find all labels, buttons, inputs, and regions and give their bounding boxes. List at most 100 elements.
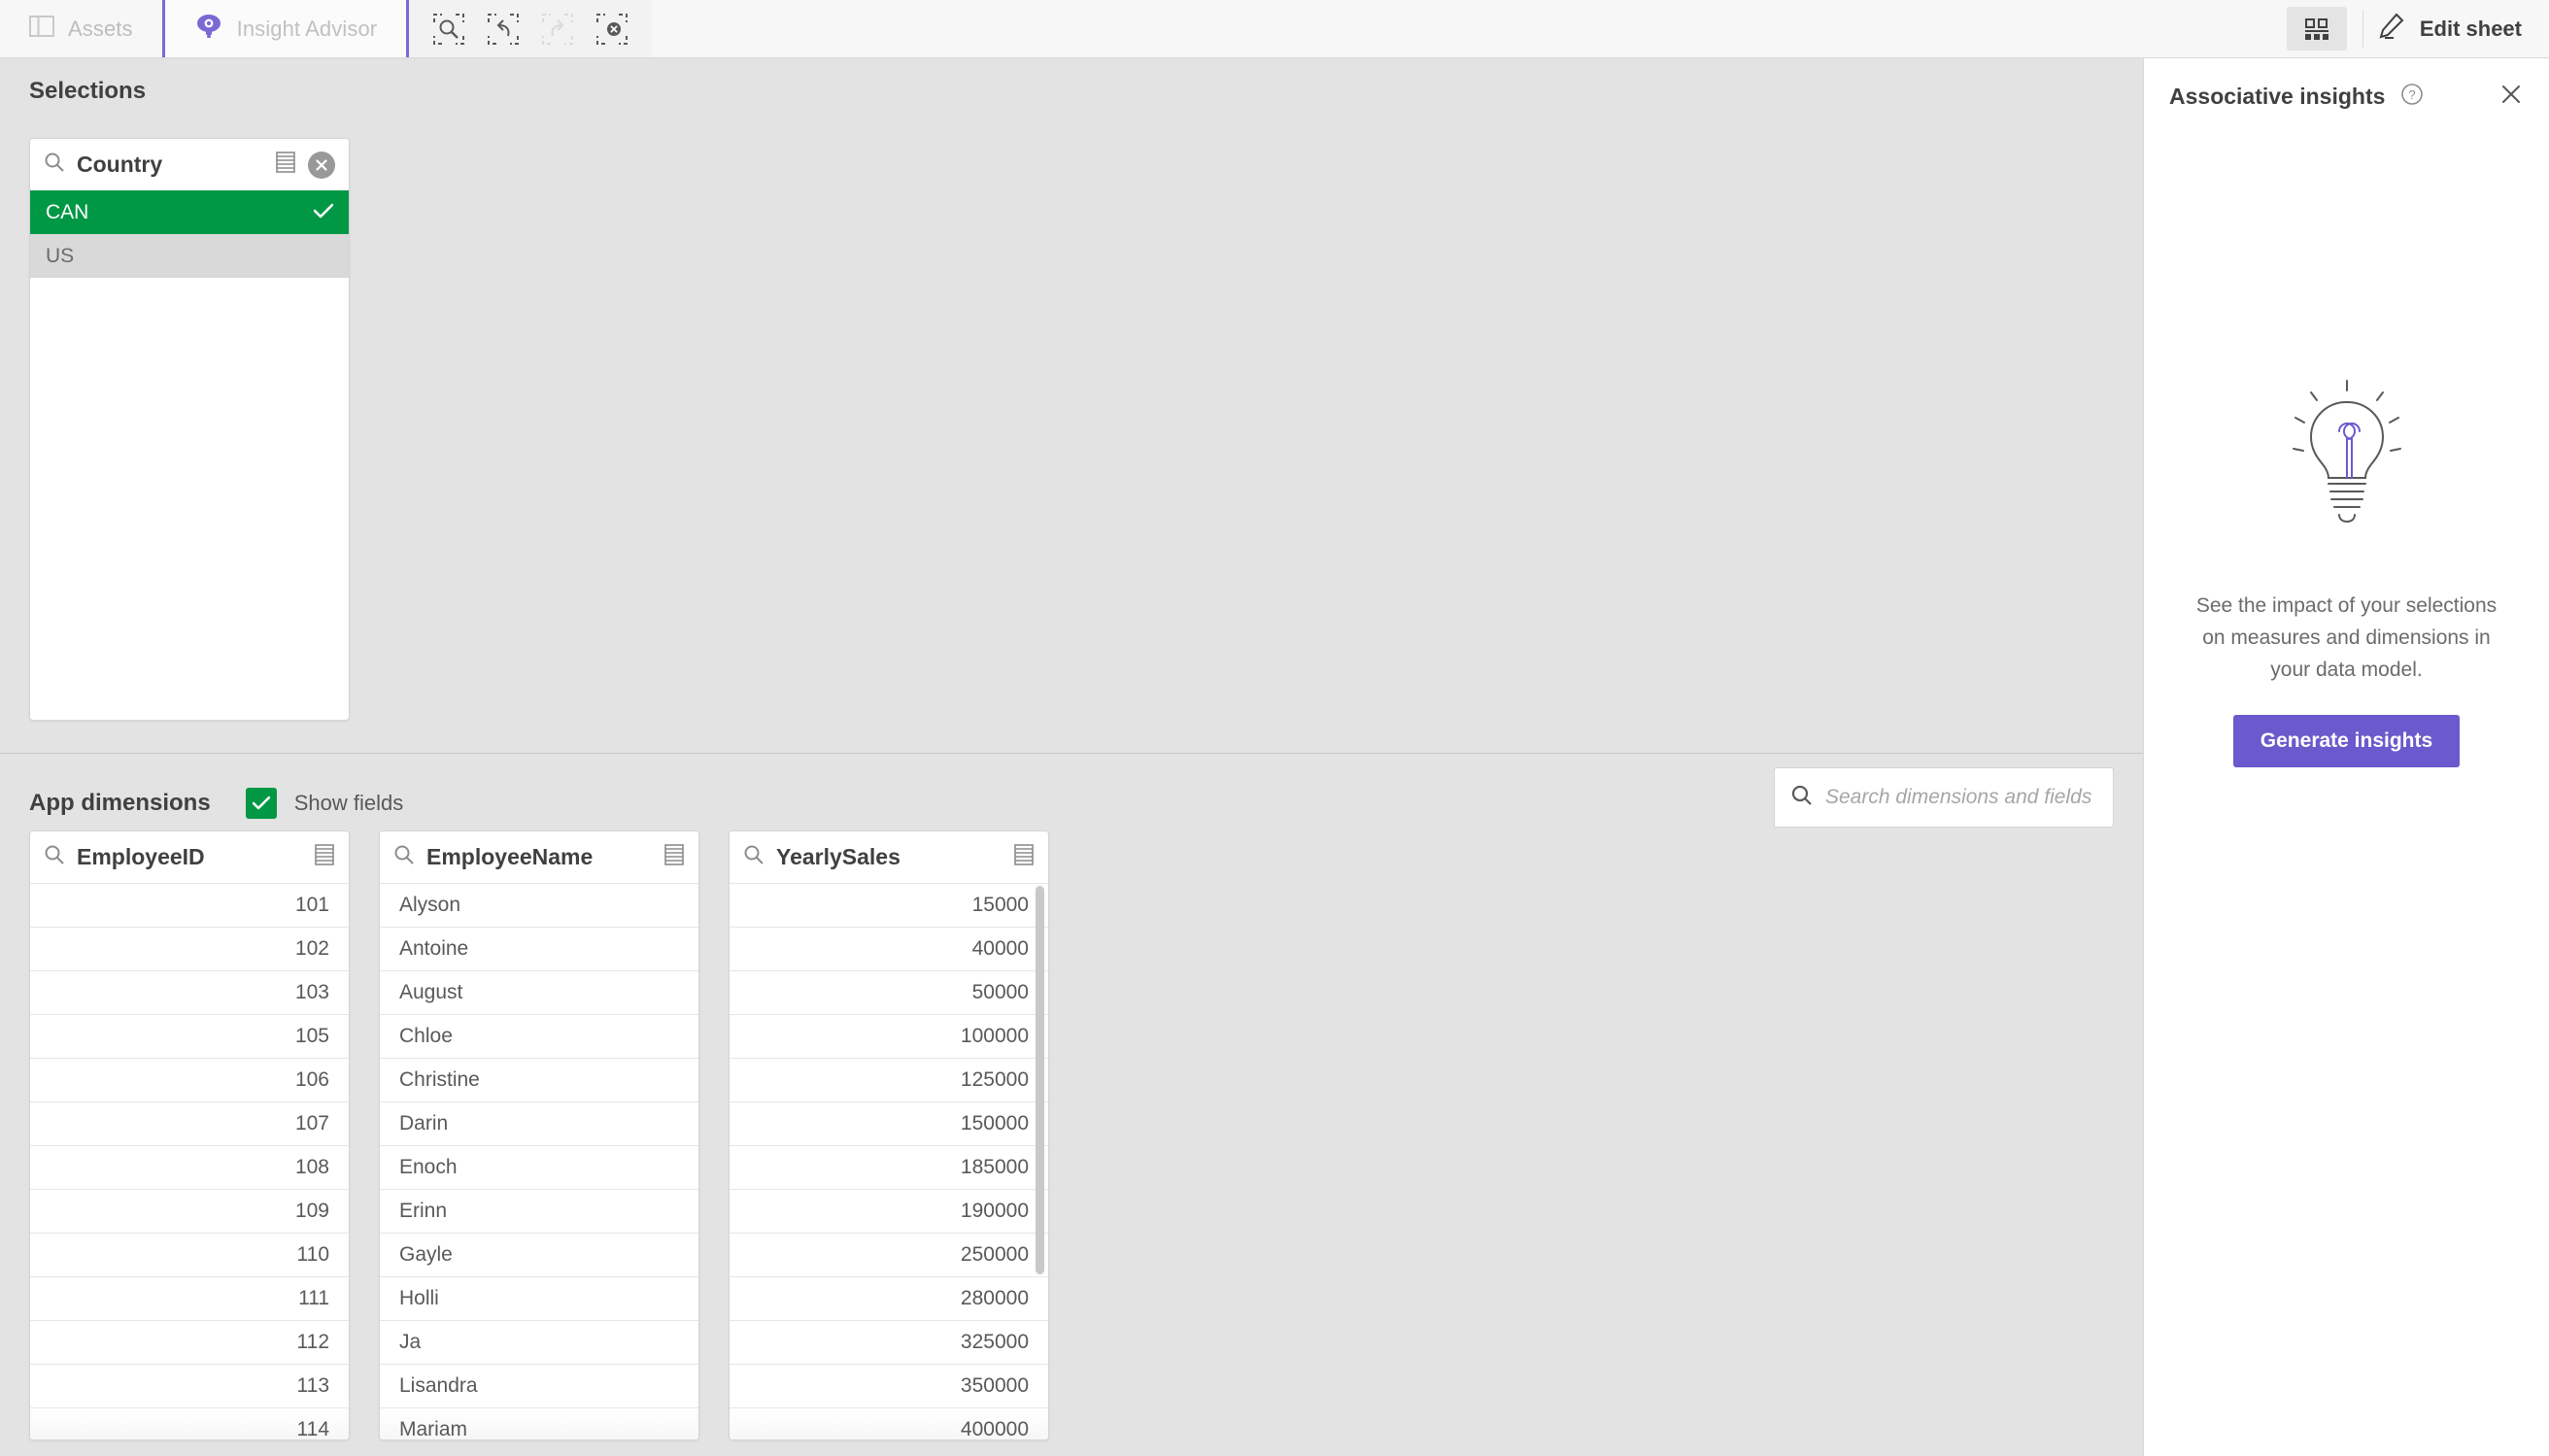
field-value-row[interactable]: August [380,970,698,1014]
field-value-row[interactable]: 50000 [730,970,1048,1014]
field-value-row[interactable]: Antoine [380,927,698,970]
field-value-row[interactable]: 185000 [730,1145,1048,1189]
field-value-row[interactable]: Darin [380,1101,698,1145]
field-value-row[interactable]: Gayle [380,1233,698,1276]
list-view-icon[interactable] [314,843,335,871]
step-back-icon[interactable] [481,7,526,51]
field-value-row[interactable]: 113 [30,1364,349,1407]
insight-advisor-bulb-icon [194,13,223,45]
field-name: YearlySales [776,844,901,869]
search-icon[interactable] [393,844,415,870]
field-value-row[interactable]: Erinn [380,1189,698,1233]
field-value-row[interactable]: 40000 [730,927,1048,970]
field-value-row[interactable]: 350000 [730,1364,1048,1407]
field-card-header: EmployeeID [30,831,349,883]
svg-text:?: ? [2409,87,2416,102]
associative-insights-empty-state: See the impact of your selections on mea… [2144,379,2549,767]
field-value-row[interactable]: 112 [30,1320,349,1364]
field-value-list: 15000 40000 50000 100000 125000 150000 1… [730,883,1048,1439]
selection-card-header: Country [30,139,349,190]
field-value-row[interactable]: 15000 [730,883,1048,927]
list-view-icon[interactable] [275,151,296,179]
field-value-row[interactable]: Alyson [380,883,698,927]
tab-assets-label: Assets [68,16,133,41]
toolbar-right-group: Edit sheet [2286,0,2549,57]
top-toolbar: Assets Insight Advisor Edit sheet [0,0,2549,58]
tab-insight-advisor-label: Insight Advisor [236,16,378,41]
field-value-row[interactable]: Enoch [380,1145,698,1189]
generate-insights-button[interactable]: Generate insights [2232,715,2461,767]
selection-value-row[interactable]: CAN [30,190,349,234]
selection-tools-group [409,0,653,57]
show-fields-checkbox[interactable] [245,788,277,819]
field-name: EmployeeID [77,844,205,869]
dimensions-search-input[interactable] [1825,786,2097,809]
app-dimensions-title: App dimensions [29,790,211,816]
pencil-icon [2377,12,2406,46]
vertical-scrollbar[interactable] [1036,886,1044,1274]
associative-insights-panel: Associative insights ? See the impact of… [2143,58,2549,1456]
field-name: EmployeeName [426,844,594,869]
field-value-row[interactable]: 103 [30,970,349,1014]
help-icon[interactable]: ? [2400,83,2424,111]
field-value-row[interactable]: 108 [30,1145,349,1189]
field-value-row[interactable]: 250000 [730,1233,1048,1276]
field-value-row[interactable]: 102 [30,927,349,970]
toolbar-spacer [652,0,2287,57]
selection-card-country: Country CAN US [29,138,350,721]
associative-insights-description: See the impact of your selections on mea… [2195,594,2498,681]
field-list-columns: EmployeeID 101 102 103 105 106 107 108 1… [29,830,1049,1440]
field-value-row[interactable]: Chloe [380,1014,698,1058]
clear-all-selections-icon[interactable] [590,7,634,51]
list-view-icon[interactable] [663,843,685,871]
search-icon[interactable] [44,152,65,178]
clear-selection-icon[interactable] [308,151,335,179]
field-value-row[interactable]: 105 [30,1014,349,1058]
selection-search-icon[interactable] [426,7,471,51]
field-value-row[interactable]: Ja [380,1320,698,1364]
lightbulb-illustration-icon [2284,379,2410,539]
field-card-employeename: EmployeeName Alyson Antoine August Chloe [379,830,699,1440]
close-icon[interactable] [2498,82,2524,112]
check-icon [313,201,334,224]
selection-value-label: US [46,244,75,267]
field-value-row[interactable]: 109 [30,1189,349,1233]
field-value-row[interactable]: 280000 [730,1276,1048,1320]
field-value-row[interactable]: 125000 [730,1058,1048,1101]
search-icon[interactable] [44,844,65,870]
sheets-button[interactable] [2286,7,2347,51]
selection-value-row[interactable]: US [30,234,349,278]
field-value-row[interactable]: 101 [30,883,349,927]
field-value-row[interactable]: Christine [380,1058,698,1101]
field-card-yearlysales: YearlySales 15000 40000 50000 100000 125… [729,830,1049,1440]
assets-panel-icon [29,15,54,43]
field-value-row[interactable]: 107 [30,1101,349,1145]
selections-title: Selections [29,78,147,104]
field-card-header: EmployeeName [380,831,698,883]
toolbar-divider [2362,10,2363,48]
selections-area: Selections Country CAN US [0,58,2143,753]
list-view-icon[interactable] [1013,843,1035,871]
field-value-row[interactable]: Mariam [380,1407,698,1439]
field-value-row[interactable]: 100000 [730,1014,1048,1058]
field-value-row[interactable]: 111 [30,1276,349,1320]
edit-sheet-label: Edit sheet [2419,16,2522,41]
field-value-row[interactable]: 400000 [730,1407,1048,1439]
field-value-row[interactable]: 114 [30,1407,349,1439]
show-fields-label: Show fields [293,791,404,815]
field-card-employeeid: EmployeeID 101 102 103 105 106 107 108 1… [29,830,350,1440]
tab-assets[interactable]: Assets [0,0,162,57]
field-value-row[interactable]: Holli [380,1276,698,1320]
associative-insights-header: Associative insights ? [2144,58,2549,112]
tab-insight-advisor[interactable]: Insight Advisor [161,0,410,57]
field-value-row[interactable]: Lisandra [380,1364,698,1407]
field-value-row[interactable]: 325000 [730,1320,1048,1364]
search-icon[interactable] [743,844,765,870]
field-value-list: 101 102 103 105 106 107 108 109 110 111 … [30,883,349,1439]
step-forward-icon[interactable] [535,7,580,51]
field-value-row[interactable]: 150000 [730,1101,1048,1145]
edit-sheet-button[interactable]: Edit sheet [2377,0,2549,57]
field-value-row[interactable]: 106 [30,1058,349,1101]
field-value-row[interactable]: 190000 [730,1189,1048,1233]
field-value-row[interactable]: 110 [30,1233,349,1276]
